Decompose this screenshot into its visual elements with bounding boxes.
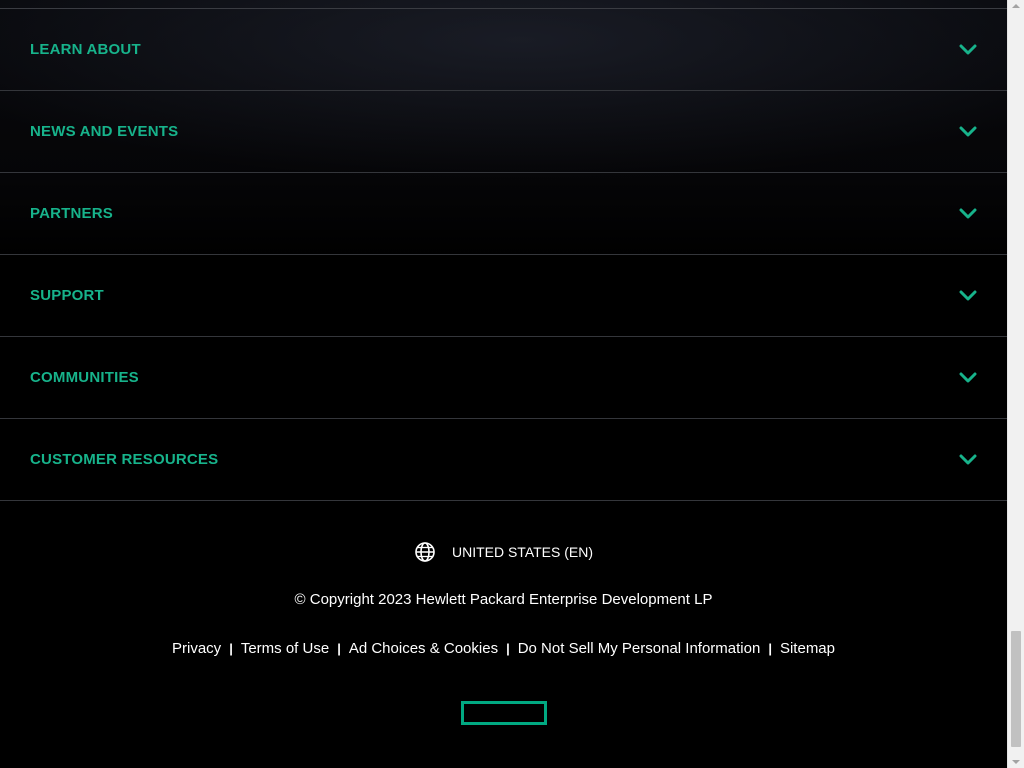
vertical-scrollbar[interactable] [1007,0,1024,768]
copyright-text: © Copyright 2023 Hewlett Packard Enterpr… [294,591,713,608]
footer-region: LEARN ABOUT NEWS AND EVENTS PARTNERS SUP… [0,0,1007,768]
chevron-down-icon[interactable] [959,41,977,59]
accordion-label: NEWS AND EVENTS [30,123,179,140]
accordion-label: SUPPORT [30,287,104,304]
privacy-link[interactable]: Privacy [172,640,221,657]
chevron-down-icon[interactable] [959,123,977,141]
accordion-label: PARTNERS [30,205,113,222]
legal-links: Privacy | Terms of Use | Ad Choices & Cookie… [0,640,1007,657]
page: LEARN ABOUT NEWS AND EVENTS PARTNERS SUP… [0,0,1024,768]
accordion-item-news-and-events[interactable]: NEWS AND EVENTS [0,91,1007,173]
accordion-label: CUSTOMER RESOURCES [30,451,219,468]
footer-accordion: LEARN ABOUT NEWS AND EVENTS PARTNERS SUP… [0,9,1007,501]
legal-footer: UNITED STATES (EN) © Copyright 2023 Hewl… [0,501,1007,768]
link-separator: | [337,641,341,656]
accordion-item-learn-about[interactable]: LEARN ABOUT [0,9,1007,91]
sitemap-link[interactable]: Sitemap [780,640,835,657]
chevron-down-icon[interactable] [959,287,977,305]
do-not-sell-link[interactable]: Do Not Sell My Personal Information [518,640,761,657]
ad-choices-cookies-link[interactable]: Ad Choices & Cookies [349,640,498,657]
link-separator: | [229,641,233,656]
chevron-down-icon[interactable] [959,205,977,223]
link-separator: | [506,641,510,656]
scrollbar-thumb[interactable] [1011,631,1021,747]
accordion-item-partners[interactable]: PARTNERS [0,173,1007,255]
link-separator: | [768,641,772,656]
locale-selector[interactable]: UNITED STATES (EN) [0,541,1007,563]
scroll-up-icon[interactable] [1012,4,1020,8]
locale-label: UNITED STATES (EN) [451,544,594,560]
scroll-down-icon[interactable] [1012,760,1020,764]
globe-icon [414,541,436,563]
hpe-logo[interactable] [461,701,547,725]
chevron-down-icon[interactable] [959,369,977,387]
accordion-label: LEARN ABOUT [30,41,141,58]
accordion-item-customer-resources[interactable]: CUSTOMER RESOURCES [0,419,1007,501]
accordion-item-support[interactable]: SUPPORT [0,255,1007,337]
accordion-label: COMMUNITIES [30,369,139,386]
chevron-down-icon[interactable] [959,451,977,469]
terms-of-use-link[interactable]: Terms of Use [241,640,329,657]
accordion-item-communities[interactable]: COMMUNITIES [0,337,1007,419]
